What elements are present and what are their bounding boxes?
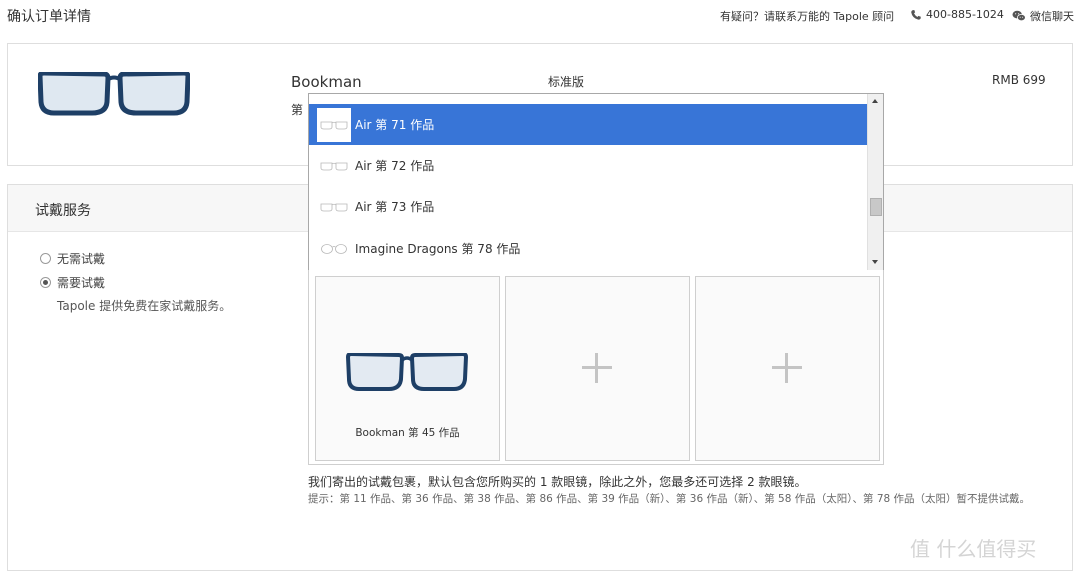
dropdown-option-label: Air 第 73 作品 — [355, 200, 435, 214]
scroll-up-icon[interactable] — [871, 98, 879, 104]
product-price: RMB 699 — [992, 73, 1046, 87]
radio-no-trial[interactable]: 无需试戴 — [40, 250, 105, 267]
glasses-thumbnail — [317, 149, 351, 183]
dropdown-scrollbar[interactable] — [867, 94, 883, 270]
help-text: 有疑问？请联系万能的 Tapole 顾问 — [720, 10, 895, 23]
watermark: 值 什么值得买 — [910, 537, 1037, 561]
glasses-thumbnail — [317, 190, 351, 224]
trial-info: 我们寄出的试戴包裹，默认包含您所购买的 1 款眼镜，除此之外，您最多还可选择 2… — [308, 475, 807, 489]
slot-label: Bookman 第 45 作品 — [355, 427, 460, 439]
page-title: 确认订单详情 — [7, 9, 91, 25]
trial-slot-empty[interactable] — [505, 276, 690, 461]
scroll-down-icon[interactable] — [871, 259, 879, 265]
radio-need-trial[interactable]: 需要试戴 — [40, 274, 105, 291]
dropdown-option[interactable]: Air 第 71 作品 — [309, 104, 867, 145]
trial-hint: 提示：第 11 作品、第 36 作品、第 38 作品、第 86 作品、第 39 … — [308, 493, 1031, 505]
glasses-thumbnail — [317, 107, 351, 142]
trial-title: 试戴服务 — [35, 203, 91, 219]
product-work-prefix: 第 — [291, 103, 304, 117]
phone-number: 400-885-1024 — [926, 8, 1004, 21]
dropdown-option[interactable]: Imagine Dragons 第 78 作品 — [309, 228, 867, 269]
dropdown-option-label: Air 第 71 作品 — [355, 118, 435, 132]
wechat-label: 微信聊天 — [1030, 10, 1074, 23]
radio-icon — [40, 253, 51, 264]
wechat-icon — [1012, 10, 1026, 22]
trial-slots-panel: Bookman 第 45 作品 — [308, 270, 884, 465]
frame-select-dropdown[interactable]: Air 第 71 作品 Air 第 72 作品 Air 第 73 作品 Imag… — [308, 93, 884, 271]
scrollbar-thumb[interactable] — [870, 198, 882, 216]
dropdown-option[interactable]: Air 第 72 作品 — [309, 145, 867, 186]
trial-slot-empty[interactable] — [695, 276, 880, 461]
radio-no-trial-label: 无需试戴 — [57, 252, 106, 266]
product-name: Bookman — [291, 73, 362, 91]
phone-icon — [911, 9, 921, 20]
dropdown-option[interactable]: Air 第 73 作品 — [309, 186, 867, 227]
trial-slot-filled[interactable]: Bookman 第 45 作品 — [315, 276, 500, 461]
product-edition: 标准版 — [548, 75, 585, 89]
trial-note: Tapole 提供免费在家试戴服务。 — [57, 299, 232, 313]
radio-checked-icon — [40, 277, 51, 288]
glasses-thumbnail — [317, 232, 351, 266]
slot-glasses-image — [346, 353, 468, 391]
dropdown-option-label: Air 第 72 作品 — [355, 159, 435, 173]
radio-need-trial-label: 需要试戴 — [57, 276, 106, 290]
plus-icon[interactable] — [582, 353, 612, 383]
dropdown-option-label: Imagine Dragons 第 78 作品 — [355, 242, 521, 256]
plus-icon[interactable] — [772, 353, 802, 383]
product-glasses-image — [38, 72, 190, 116]
phone-contact[interactable]: 400-885-1024 — [910, 8, 1004, 21]
wechat-chat-link[interactable]: 微信聊天 — [1012, 8, 1074, 24]
